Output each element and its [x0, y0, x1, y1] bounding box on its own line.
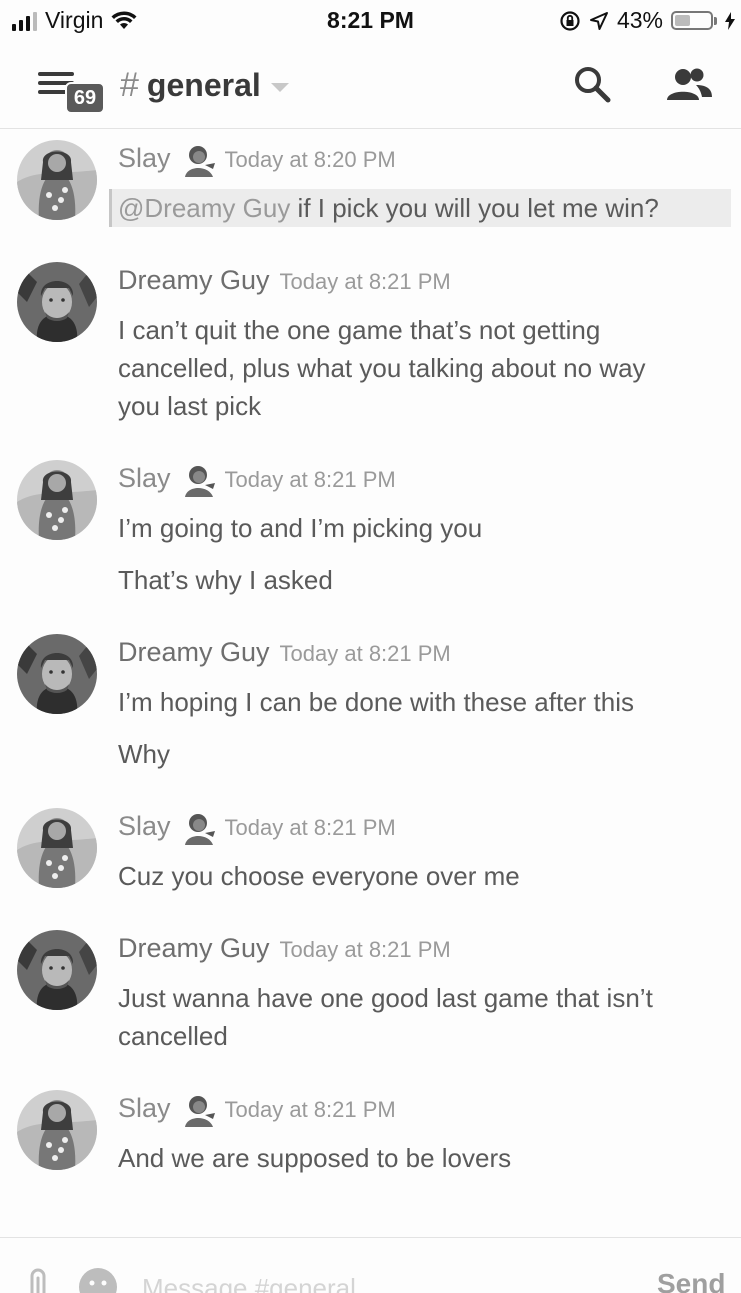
charging-icon — [725, 11, 735, 30]
message-text: I’m hoping I can be done with these afte… — [118, 687, 634, 717]
avatar-dreamy-guy[interactable] — [17, 262, 97, 342]
menu-button[interactable]: 69 — [38, 70, 105, 114]
author-emoji-icon — [181, 463, 217, 499]
rotation-lock-icon — [560, 10, 580, 31]
message-text: Why — [118, 739, 170, 769]
author-name[interactable]: Slay — [118, 811, 171, 842]
message-timestamp: Today at 8:21 PM — [279, 269, 451, 294]
members-icon[interactable] — [664, 66, 714, 106]
avatar-slay[interactable] — [17, 460, 97, 540]
avatar-slay[interactable] — [17, 1090, 97, 1170]
channel-title[interactable]: # general — [120, 66, 289, 105]
message-text: @Dreamy Guy if I pick you will you let m… — [118, 189, 659, 227]
message-text: you last pick — [118, 391, 262, 421]
channel-header: 69 # general — [0, 44, 741, 129]
author-emoji-icon — [181, 143, 217, 179]
message-input[interactable] — [142, 1268, 622, 1293]
author-name[interactable]: Slay — [118, 463, 171, 494]
message-header: Dreamy Guy Today at 8:21 PM — [118, 637, 451, 668]
author-name[interactable]: Slay — [118, 1093, 171, 1124]
location-icon — [589, 11, 608, 30]
message-timestamp: Today at 8:21 PM — [279, 641, 451, 666]
screen: Virgin 8:21 PM 43% 69 # general Slay Tod… — [0, 0, 741, 1293]
send-button[interactable]: Send — [657, 1268, 725, 1293]
avatar-slay[interactable] — [17, 140, 97, 220]
author-name[interactable]: Dreamy Guy — [118, 265, 270, 296]
author-name[interactable]: Slay — [118, 143, 171, 174]
battery-icon — [671, 11, 713, 30]
message-text: I’m going to and I’m picking you — [118, 513, 483, 543]
message-timestamp: Today at 8:21 PM — [224, 1097, 396, 1122]
message-text-rest: if I pick you will you let me win? — [290, 193, 659, 223]
message-text: Just wanna have one good last game that … — [118, 983, 653, 1013]
search-icon[interactable] — [572, 64, 612, 104]
attachment-icon[interactable] — [24, 1266, 52, 1293]
message-header: Dreamy Guy Today at 8:21 PM — [118, 933, 451, 964]
author-name[interactable]: Dreamy Guy — [118, 637, 270, 668]
unread-badge: 69 — [65, 82, 105, 114]
status-right: 43% — [559, 7, 735, 34]
user-mention[interactable]: @Dreamy Guy — [118, 193, 290, 223]
author-name[interactable]: Dreamy Guy — [118, 933, 270, 964]
message-header: Slay Today at 8:21 PM — [118, 1093, 396, 1129]
avatar-dreamy-guy[interactable] — [17, 634, 97, 714]
battery-level-fill — [675, 15, 690, 26]
message-timestamp: Today at 8:21 PM — [279, 937, 451, 962]
message-text: cancelled — [118, 1021, 228, 1051]
message-text: That’s why I asked — [118, 565, 333, 595]
channel-name: general — [146, 67, 261, 103]
message-text: And we are supposed to be lovers — [118, 1143, 512, 1173]
message-timestamp: Today at 8:20 PM — [224, 147, 396, 172]
message-composer: Send — [0, 1237, 741, 1293]
message-timestamp: Today at 8:21 PM — [224, 467, 396, 492]
message-header: Slay Today at 8:21 PM — [118, 811, 396, 847]
battery-percent: 43% — [616, 7, 663, 33]
message-text: Cuz you choose everyone over me — [118, 861, 520, 891]
message-timestamp: Today at 8:21 PM — [224, 815, 396, 840]
message-text: I can’t quit the one game that’s not get… — [118, 315, 601, 345]
avatar-dreamy-guy[interactable] — [17, 930, 97, 1010]
avatar-slay[interactable] — [17, 808, 97, 888]
channel-hash-icon: # — [120, 66, 139, 104]
message-text: cancelled, plus what you talking about n… — [118, 353, 646, 383]
message-header: Dreamy Guy Today at 8:21 PM — [118, 265, 451, 296]
chevron-down-icon — [270, 83, 289, 92]
message-header: Slay Today at 8:21 PM — [118, 463, 396, 499]
author-emoji-icon — [181, 811, 217, 847]
emoji-icon[interactable] — [79, 1268, 117, 1293]
message-header: Slay Today at 8:20 PM — [118, 143, 396, 179]
author-emoji-icon — [181, 1093, 217, 1129]
status-bar: Virgin 8:21 PM 43% — [0, 0, 741, 44]
